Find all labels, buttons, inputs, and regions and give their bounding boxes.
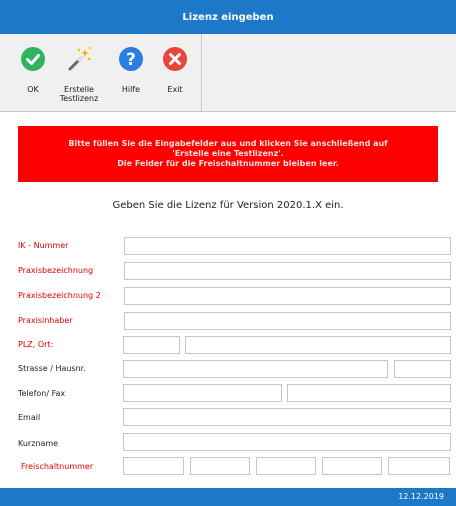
praxis2-input[interactable]: [124, 287, 451, 305]
plz-label: PLZ, Ort:: [18, 340, 54, 349]
ort-input[interactable]: [185, 336, 451, 354]
freischalt-input-5[interactable]: [388, 457, 450, 475]
kurzname-label: Kurzname: [18, 439, 59, 448]
magic-wand-icon: [68, 47, 91, 71]
version-headline: Geben Sie die Lizenz für Version 2020.1.…: [112, 200, 344, 211]
ok-button[interactable]: OK: [10, 46, 56, 106]
freischalt-input-3[interactable]: [256, 457, 316, 475]
freischalt-input-4[interactable]: [322, 457, 382, 475]
toolbar: OK Erstelle Testlizenz ? Hilfe Exit: [0, 34, 456, 112]
praxis-label: Praxisbezeichnung: [18, 266, 94, 275]
strasse-label: Strasse / Hausnr.: [18, 364, 86, 373]
toolbar-button-group: OK Erstelle Testlizenz ? Hilfe Exit: [0, 34, 202, 112]
window-title-bar: Lizenz eingeben: [0, 0, 456, 34]
ok-label: OK: [27, 85, 39, 94]
check-circle-icon: [21, 47, 45, 71]
fax-input[interactable]: [287, 384, 451, 402]
help-label: Hilfe: [121, 85, 141, 94]
email-label: Email: [18, 413, 41, 422]
email-input[interactable]: [123, 408, 451, 426]
plz-input[interactable]: [123, 336, 180, 354]
create-testlicense-button[interactable]: Erstelle Testlizenz: [56, 46, 102, 106]
close-circle-icon: [163, 47, 187, 71]
status-bar: 12.12.2019: [0, 488, 456, 506]
ik-label: IK - Nummer: [18, 241, 69, 250]
freischalt-input-1[interactable]: [123, 457, 184, 475]
ik-input[interactable]: [124, 237, 451, 255]
create-testlicense-label: Erstelle Testlizenz: [59, 85, 99, 103]
praxis-input[interactable]: [124, 262, 451, 280]
window-title: Lizenz eingeben: [182, 11, 274, 23]
info-banner: Bitte füllen Sie die Eingabefelder aus u…: [18, 126, 438, 182]
hausnr-input[interactable]: [394, 360, 451, 378]
status-date: 12.12.2019: [398, 492, 444, 501]
exit-label: Exit: [167, 85, 183, 94]
strasse-input[interactable]: [123, 360, 388, 378]
telefon-input[interactable]: [123, 384, 282, 402]
inhaber-input[interactable]: [124, 312, 451, 330]
telefon-label: Telefon/ Fax: [18, 389, 66, 398]
svg-text:?: ?: [126, 50, 136, 70]
kurzname-input[interactable]: [123, 433, 451, 451]
inhaber-label: Praxisinhaber: [18, 316, 73, 325]
freischalt-input-2[interactable]: [190, 457, 250, 475]
help-button[interactable]: ? Hilfe: [108, 46, 154, 106]
exit-button[interactable]: Exit: [152, 46, 198, 106]
info-banner-text: Bitte füllen Sie die Eingabefelder aus u…: [68, 139, 388, 168]
praxis2-label: Praxisbezeichnung 2: [18, 291, 101, 300]
freischalt-label: Freischaltnummer: [21, 462, 94, 471]
question-circle-icon: ?: [119, 47, 143, 71]
